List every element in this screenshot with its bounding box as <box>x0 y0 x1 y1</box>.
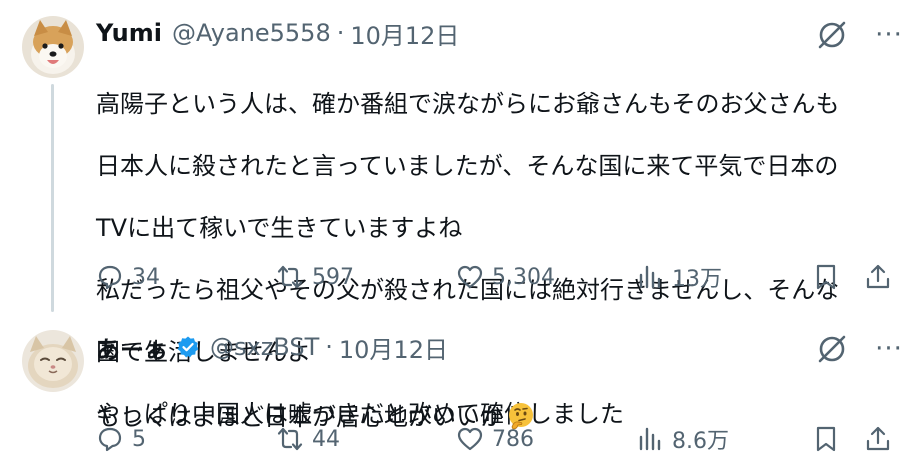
views-icon <box>639 265 661 289</box>
display-name[interactable]: あーぁ <box>96 330 168 365</box>
bookmark-icon <box>816 264 836 290</box>
like-icon <box>457 427 483 451</box>
avatar-yumi[interactable] <box>22 16 84 78</box>
reply-count: 34 <box>132 264 160 290</box>
like-button[interactable]: 5,304 <box>456 260 555 294</box>
views-icon <box>639 427 661 451</box>
reply-button[interactable]: 5 <box>96 422 146 456</box>
share-button[interactable] <box>864 422 892 456</box>
user-handle[interactable]: @Ayane5558 <box>172 19 331 47</box>
bookmark-button[interactable] <box>812 260 840 294</box>
tweet-1-header-icons: ··· <box>815 18 909 52</box>
tweet-1-text-line: 日本人に殺されたと言っていましたが、そんな国に来て平気で日本の <box>96 152 839 180</box>
share-icon <box>866 426 890 451</box>
tweet-1-text-line: TVに出て稼いで生きていますよね <box>96 214 463 242</box>
tweet-1-text-line: 高陽子という人は、確か番組で涙ながらにお爺さんもそのお父さんも <box>96 90 840 118</box>
bookmark-button[interactable] <box>812 422 840 456</box>
avatar-aaa[interactable] <box>22 330 84 392</box>
share-button[interactable] <box>864 260 892 294</box>
tweet-2-header: あーぁ @sxzBST · 10月12日 <box>96 330 448 364</box>
more-icon[interactable]: ··· <box>869 18 909 52</box>
reply-icon <box>98 265 122 290</box>
views-button[interactable]: 8.6万 <box>636 422 729 456</box>
like-count: 786 <box>492 426 534 452</box>
tweet-1-header: Yumi @Ayane5558 · 10月12日 <box>96 16 459 50</box>
like-icon <box>457 265 483 289</box>
repost-icon <box>277 265 303 289</box>
verified-badge-icon <box>177 336 199 358</box>
share-icon <box>866 264 890 289</box>
tweet-date[interactable]: 10月12日 <box>339 330 448 365</box>
grok-icon[interactable] <box>815 18 849 52</box>
separator-dot: · <box>325 333 333 361</box>
views-count: 13万 <box>672 267 722 292</box>
bookmark-icon <box>816 426 836 452</box>
display-name[interactable]: Yumi <box>96 19 162 47</box>
separator-dot: · <box>336 19 345 47</box>
views-button[interactable]: 13万 <box>636 260 722 294</box>
grok-icon[interactable] <box>815 332 849 366</box>
tweet-2-header-icons: ··· <box>815 332 909 366</box>
repost-count: 44 <box>312 426 340 452</box>
repost-icon <box>277 427 303 451</box>
reply-count: 5 <box>132 426 146 452</box>
repost-button[interactable]: 44 <box>276 422 340 456</box>
repost-count: 597 <box>312 264 354 290</box>
repost-button[interactable]: 597 <box>276 260 354 294</box>
like-count: 5,304 <box>492 264 555 290</box>
reply-button[interactable]: 34 <box>96 260 160 294</box>
thread-connector-line <box>51 84 54 312</box>
tweet-date[interactable]: 10月12日 <box>350 16 459 51</box>
more-icon[interactable]: ··· <box>869 332 909 366</box>
user-handle[interactable]: @sxzBST <box>210 333 319 361</box>
reply-icon <box>98 427 122 452</box>
views-count: 8.6万 <box>672 429 729 454</box>
like-button[interactable]: 786 <box>456 422 534 456</box>
